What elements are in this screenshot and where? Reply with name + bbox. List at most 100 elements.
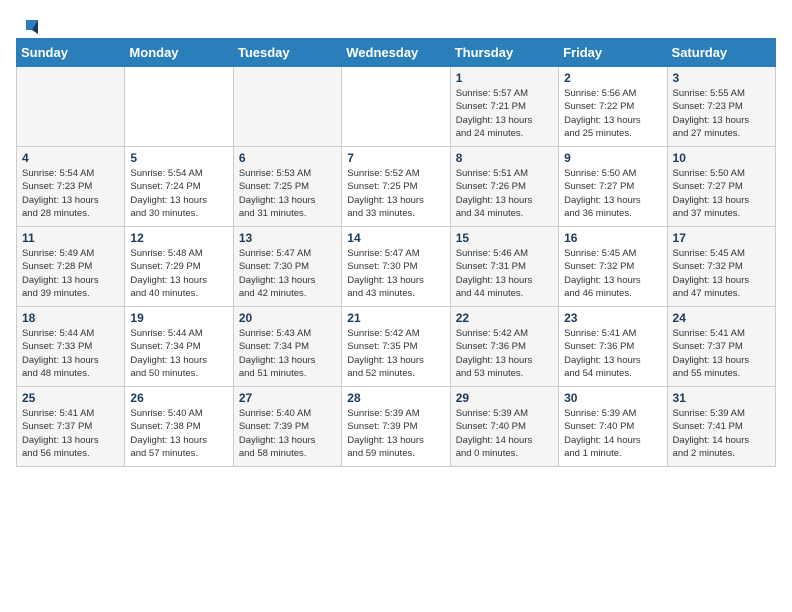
calendar-cell: 21 Sunrise: 5:42 AM Sunset: 7:35 PM Dayli…	[342, 307, 450, 387]
cell-info: Sunrise: 5:39 AM Sunset: 7:40 PM Dayligh…	[564, 407, 661, 460]
cell-info: Sunrise: 5:41 AM Sunset: 7:36 PM Dayligh…	[564, 327, 661, 380]
week-row-3: 11 Sunrise: 5:49 AM Sunset: 7:28 PM Dayli…	[17, 227, 776, 307]
day-number: 18	[22, 311, 119, 325]
day-number: 14	[347, 231, 444, 245]
logo	[16, 16, 40, 34]
week-row-1: 1 Sunrise: 5:57 AM Sunset: 7:21 PM Daylig…	[17, 67, 776, 147]
cell-info: Sunrise: 5:39 AM Sunset: 7:41 PM Dayligh…	[673, 407, 770, 460]
cell-info: Sunrise: 5:41 AM Sunset: 7:37 PM Dayligh…	[673, 327, 770, 380]
calendar-cell: 25 Sunrise: 5:41 AM Sunset: 7:37 PM Dayli…	[17, 387, 125, 467]
day-number: 15	[456, 231, 553, 245]
header-saturday: Saturday	[667, 39, 775, 67]
day-number: 25	[22, 391, 119, 405]
day-number: 23	[564, 311, 661, 325]
day-number: 16	[564, 231, 661, 245]
header-monday: Monday	[125, 39, 233, 67]
calendar-cell: 3 Sunrise: 5:55 AM Sunset: 7:23 PM Daylig…	[667, 67, 775, 147]
calendar-cell: 18 Sunrise: 5:44 AM Sunset: 7:33 PM Dayli…	[17, 307, 125, 387]
calendar-cell	[342, 67, 450, 147]
day-number: 12	[130, 231, 227, 245]
cell-info: Sunrise: 5:40 AM Sunset: 7:38 PM Dayligh…	[130, 407, 227, 460]
cell-info: Sunrise: 5:48 AM Sunset: 7:29 PM Dayligh…	[130, 247, 227, 300]
calendar-cell: 19 Sunrise: 5:44 AM Sunset: 7:34 PM Dayli…	[125, 307, 233, 387]
day-number: 6	[239, 151, 336, 165]
calendar-cell: 24 Sunrise: 5:41 AM Sunset: 7:37 PM Dayli…	[667, 307, 775, 387]
cell-info: Sunrise: 5:39 AM Sunset: 7:39 PM Dayligh…	[347, 407, 444, 460]
cell-info: Sunrise: 5:51 AM Sunset: 7:26 PM Dayligh…	[456, 167, 553, 220]
header-thursday: Thursday	[450, 39, 558, 67]
calendar-cell: 28 Sunrise: 5:39 AM Sunset: 7:39 PM Dayli…	[342, 387, 450, 467]
day-number: 22	[456, 311, 553, 325]
day-number: 10	[673, 151, 770, 165]
cell-info: Sunrise: 5:49 AM Sunset: 7:28 PM Dayligh…	[22, 247, 119, 300]
calendar-cell: 7Sunrise: 5:52 AM Sunset: 7:25 PM Daylig…	[342, 147, 450, 227]
cell-info: Sunrise: 5:55 AM Sunset: 7:23 PM Dayligh…	[673, 87, 770, 140]
cell-info: Sunrise: 5:47 AM Sunset: 7:30 PM Dayligh…	[347, 247, 444, 300]
calendar-cell: 26 Sunrise: 5:40 AM Sunset: 7:38 PM Dayli…	[125, 387, 233, 467]
header-row: SundayMondayTuesdayWednesdayThursdayFrid…	[17, 39, 776, 67]
cell-info: Sunrise: 5:43 AM Sunset: 7:34 PM Dayligh…	[239, 327, 336, 380]
calendar-cell: 1 Sunrise: 5:57 AM Sunset: 7:21 PM Daylig…	[450, 67, 558, 147]
cell-info: Sunrise: 5:52 AM Sunset: 7:25 PM Dayligh…	[347, 167, 444, 220]
day-number: 29	[456, 391, 553, 405]
cell-info: Sunrise: 5:50 AM Sunset: 7:27 PM Dayligh…	[673, 167, 770, 220]
day-number: 9	[564, 151, 661, 165]
cell-info: Sunrise: 5:46 AM Sunset: 7:31 PM Dayligh…	[456, 247, 553, 300]
cell-info: Sunrise: 5:57 AM Sunset: 7:21 PM Dayligh…	[456, 87, 553, 140]
calendar-cell: 15 Sunrise: 5:46 AM Sunset: 7:31 PM Dayli…	[450, 227, 558, 307]
header-tuesday: Tuesday	[233, 39, 341, 67]
calendar-cell	[125, 67, 233, 147]
cell-info: Sunrise: 5:42 AM Sunset: 7:35 PM Dayligh…	[347, 327, 444, 380]
day-number: 1	[456, 71, 553, 85]
calendar-cell: 17 Sunrise: 5:45 AM Sunset: 7:32 PM Dayli…	[667, 227, 775, 307]
cell-info: Sunrise: 5:41 AM Sunset: 7:37 PM Dayligh…	[22, 407, 119, 460]
cell-info: Sunrise: 5:50 AM Sunset: 7:27 PM Dayligh…	[564, 167, 661, 220]
day-number: 20	[239, 311, 336, 325]
header-friday: Friday	[559, 39, 667, 67]
day-number: 13	[239, 231, 336, 245]
day-number: 26	[130, 391, 227, 405]
day-number: 31	[673, 391, 770, 405]
calendar-cell: 2 Sunrise: 5:56 AM Sunset: 7:22 PM Daylig…	[559, 67, 667, 147]
day-number: 11	[22, 231, 119, 245]
calendar-cell: 5Sunrise: 5:54 AM Sunset: 7:24 PM Daylig…	[125, 147, 233, 227]
cell-info: Sunrise: 5:45 AM Sunset: 7:32 PM Dayligh…	[673, 247, 770, 300]
calendar-cell	[17, 67, 125, 147]
day-number: 28	[347, 391, 444, 405]
logo-icon	[18, 16, 40, 38]
day-number: 8	[456, 151, 553, 165]
day-number: 19	[130, 311, 227, 325]
cell-info: Sunrise: 5:44 AM Sunset: 7:33 PM Dayligh…	[22, 327, 119, 380]
week-row-5: 25 Sunrise: 5:41 AM Sunset: 7:37 PM Dayli…	[17, 387, 776, 467]
calendar-cell: 13 Sunrise: 5:47 AM Sunset: 7:30 PM Dayli…	[233, 227, 341, 307]
calendar-cell: 14 Sunrise: 5:47 AM Sunset: 7:30 PM Dayli…	[342, 227, 450, 307]
calendar-cell: 29 Sunrise: 5:39 AM Sunset: 7:40 PM Dayli…	[450, 387, 558, 467]
calendar-cell: 16 Sunrise: 5:45 AM Sunset: 7:32 PM Dayli…	[559, 227, 667, 307]
cell-info: Sunrise: 5:39 AM Sunset: 7:40 PM Dayligh…	[456, 407, 553, 460]
cell-info: Sunrise: 5:54 AM Sunset: 7:24 PM Dayligh…	[130, 167, 227, 220]
cell-info: Sunrise: 5:42 AM Sunset: 7:36 PM Dayligh…	[456, 327, 553, 380]
cell-info: Sunrise: 5:56 AM Sunset: 7:22 PM Dayligh…	[564, 87, 661, 140]
cell-info: Sunrise: 5:44 AM Sunset: 7:34 PM Dayligh…	[130, 327, 227, 380]
calendar-cell: 27Sunrise: 5:40 AM Sunset: 7:39 PM Dayli…	[233, 387, 341, 467]
calendar-cell: 31 Sunrise: 5:39 AM Sunset: 7:41 PM Dayli…	[667, 387, 775, 467]
header-sunday: Sunday	[17, 39, 125, 67]
calendar-cell: 22 Sunrise: 5:42 AM Sunset: 7:36 PM Dayli…	[450, 307, 558, 387]
page-header	[16, 16, 776, 34]
day-number: 17	[673, 231, 770, 245]
calendar-cell: 9 Sunrise: 5:50 AM Sunset: 7:27 PM Daylig…	[559, 147, 667, 227]
day-number: 21	[347, 311, 444, 325]
day-number: 30	[564, 391, 661, 405]
cell-info: Sunrise: 5:40 AM Sunset: 7:39 PM Dayligh…	[239, 407, 336, 460]
day-number: 24	[673, 311, 770, 325]
cell-info: Sunrise: 5:47 AM Sunset: 7:30 PM Dayligh…	[239, 247, 336, 300]
calendar-table: SundayMondayTuesdayWednesdayThursdayFrid…	[16, 38, 776, 467]
calendar-cell: 6Sunrise: 5:53 AM Sunset: 7:25 PM Daylig…	[233, 147, 341, 227]
calendar-cell: 11 Sunrise: 5:49 AM Sunset: 7:28 PM Dayli…	[17, 227, 125, 307]
day-number: 2	[564, 71, 661, 85]
calendar-cell: 10 Sunrise: 5:50 AM Sunset: 7:27 PM Dayli…	[667, 147, 775, 227]
calendar-cell	[233, 67, 341, 147]
week-row-4: 18 Sunrise: 5:44 AM Sunset: 7:33 PM Dayli…	[17, 307, 776, 387]
day-number: 3	[673, 71, 770, 85]
cell-info: Sunrise: 5:45 AM Sunset: 7:32 PM Dayligh…	[564, 247, 661, 300]
